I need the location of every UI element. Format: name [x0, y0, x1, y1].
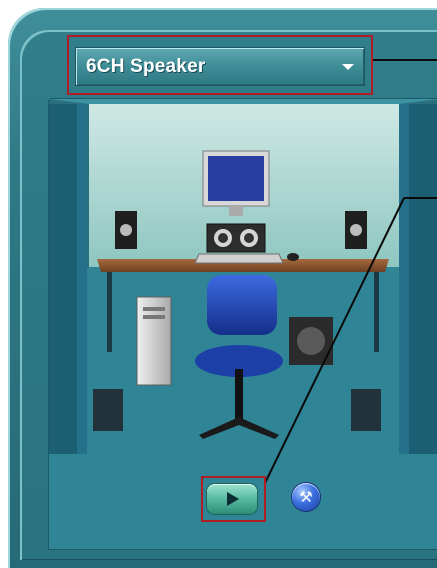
right-pillar-shade	[399, 104, 409, 454]
chair-post	[235, 369, 243, 419]
monitor-stand	[229, 206, 243, 216]
mouse	[287, 253, 299, 261]
chair-back	[207, 275, 277, 335]
rear-right-speaker	[351, 389, 381, 431]
desk-leg-right	[374, 272, 379, 352]
wrench-icon: ⚒	[299, 488, 313, 506]
monitor-screen	[208, 156, 264, 201]
keyboard	[194, 253, 284, 264]
play-button-callout-box	[201, 476, 266, 522]
left-pillar	[49, 104, 77, 454]
dropdown-callout-box	[67, 35, 373, 95]
speaker-settings-button[interactable]: ⚒	[292, 483, 320, 511]
desk-leg-left	[107, 272, 112, 352]
rear-left-speaker	[93, 389, 123, 431]
right-pillar	[409, 104, 437, 454]
left-pillar-shade	[77, 104, 87, 454]
